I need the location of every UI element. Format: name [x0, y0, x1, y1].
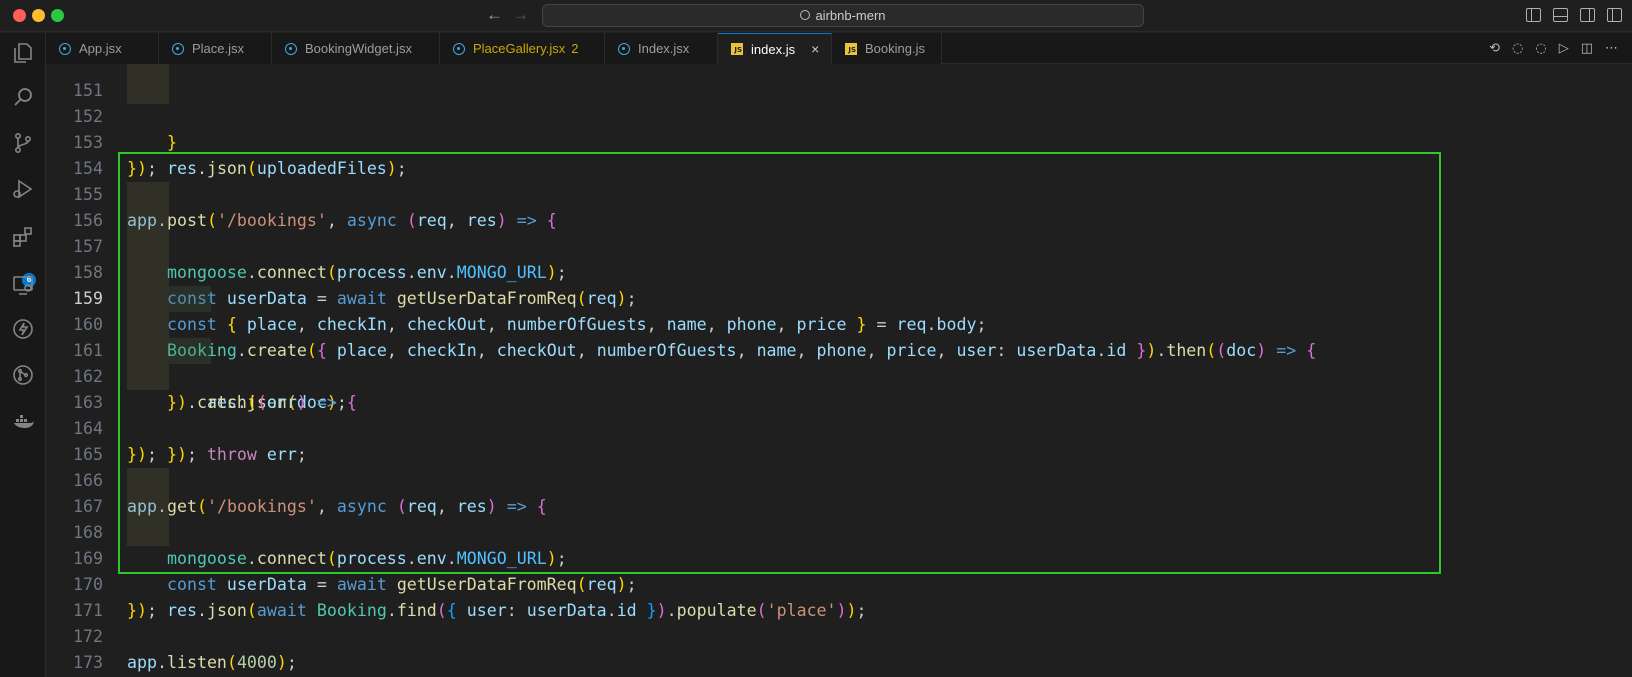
problems-count: 2	[571, 41, 579, 56]
title-bar: ← → airbnb-mern	[0, 0, 1632, 32]
react-file-icon	[618, 42, 630, 55]
toggle-secondary-sidebar-icon[interactable]	[1580, 8, 1595, 22]
back-arrow-icon[interactable]: ←	[486, 5, 503, 25]
code-line: 153 });	[46, 104, 1632, 178]
code-line: 167 mongoose.connect(process.env.MONGO_U…	[46, 468, 1632, 568]
react-file-icon	[453, 42, 465, 55]
search-icon[interactable]	[10, 85, 36, 111]
tab-bookingwidget-jsx[interactable]: BookingWidget.jsx	[272, 33, 440, 64]
source-control-icon[interactable]	[10, 131, 36, 157]
code-line: 162 throw err;	[46, 338, 1632, 464]
code-line: 173	[46, 624, 1632, 672]
remote-explorer-icon[interactable]	[10, 273, 36, 299]
docker-icon[interactable]	[10, 409, 36, 435]
tab-index-jsx[interactable]: Index.jsx	[605, 33, 718, 64]
code-line: 168 const userData = await getUserDataFr…	[46, 494, 1632, 594]
code-line-current: 159 Booking.create({ place, checkIn, che…	[46, 260, 1632, 360]
code-line: 172 app.listen(4000);	[46, 598, 1632, 672]
run-debug-icon[interactable]	[10, 177, 36, 203]
tab-label: index.js	[751, 41, 796, 57]
tab-label: Place.jsx	[192, 41, 245, 56]
lightning-icon[interactable]	[10, 317, 36, 343]
forward-arrow-icon[interactable]: →	[512, 5, 529, 25]
code-line: 170 });	[46, 546, 1632, 620]
code-line: 158 const { place, checkIn, checkOut, nu…	[46, 234, 1632, 334]
activity-bar: 6	[0, 33, 46, 677]
tab-place-jsx[interactable]: Place.jsx	[159, 33, 272, 64]
window-minimize-button[interactable]	[32, 9, 45, 22]
git-graph-icon[interactable]	[10, 363, 36, 389]
open-changes-icon[interactable]: ⟲	[1489, 41, 1500, 56]
tab-app-jsx[interactable]: App.jsx	[46, 33, 159, 64]
code-line: 165	[46, 416, 1632, 464]
code-line: 154	[46, 130, 1632, 178]
code-line: 151 }	[46, 64, 1632, 152]
code-line: 171	[46, 572, 1632, 620]
js-file-icon: JS	[845, 42, 857, 55]
react-file-icon	[172, 42, 184, 55]
code-line: 160 res.json(doc);	[46, 286, 1632, 412]
window-maximize-button[interactable]	[51, 9, 64, 22]
line-number: 173	[73, 653, 103, 672]
search-icon	[800, 9, 811, 20]
code-line: 152 res.json(uploadedFiles);	[46, 78, 1632, 178]
code-line: 166 app.get('/bookings', async (req, res…	[46, 442, 1632, 516]
close-tab-icon[interactable]: ×	[811, 41, 819, 57]
explorer-icon[interactable]	[10, 41, 36, 67]
more-actions-icon[interactable]: ⋯	[1605, 41, 1618, 56]
react-file-icon	[59, 42, 71, 55]
editor-tab-bar: App.jsx Place.jsx BookingWidget.jsx Plac…	[46, 33, 1632, 64]
code-line: 155 app.post('/bookings', async (req, re…	[46, 156, 1632, 230]
tab-label: App.jsx	[79, 41, 122, 56]
js-file-icon: JS	[731, 43, 743, 55]
next-change-icon[interactable]: ◌	[1535, 41, 1546, 56]
tab-booking-js[interactable]: JS Booking.js	[832, 33, 942, 64]
window-title: airbnb-mern	[815, 8, 886, 23]
react-file-icon	[285, 42, 297, 55]
code-line: 161 }).catch((err) => {	[46, 312, 1632, 412]
tab-label: PlaceGallery.jsx	[473, 41, 566, 56]
tab-index-js[interactable]: JS index.js ×	[718, 33, 832, 64]
editor-actions: ⟲ ◌ ◌ ▷ ◫ ⋯	[1489, 41, 1618, 56]
tab-placegallery-jsx[interactable]: PlaceGallery.jsx 2	[440, 33, 605, 64]
previous-change-icon[interactable]: ◌	[1512, 41, 1523, 56]
customize-layout-icon[interactable]	[1607, 8, 1622, 22]
code-line: 156 mongoose.connect(process.env.MONGO_U…	[46, 182, 1632, 282]
extensions-icon[interactable]	[10, 225, 36, 251]
code-line: 169 res.json(await Booking.find({ user: …	[46, 520, 1632, 620]
layout-controls	[1526, 8, 1622, 22]
code-line: 163 });	[46, 364, 1632, 464]
code-line: 164 });	[46, 390, 1632, 464]
window-close-button[interactable]	[13, 9, 26, 22]
run-icon[interactable]: ▷	[1559, 41, 1569, 56]
code-editor[interactable]: 151 } 152 res.json(uploadedFiles); 153 }…	[46, 64, 1632, 677]
toggle-primary-sidebar-icon[interactable]	[1526, 8, 1541, 22]
code-text: app.listen(4000);	[127, 653, 297, 672]
toggle-panel-icon[interactable]	[1553, 8, 1568, 22]
command-center-search[interactable]: airbnb-mern	[542, 4, 1144, 27]
tab-label: Booking.js	[865, 41, 925, 56]
tab-label: Index.jsx	[638, 41, 690, 56]
tab-label: BookingWidget.jsx	[305, 41, 412, 56]
code-line: 157 const userData = await getUserDataFr…	[46, 208, 1632, 308]
split-editor-icon[interactable]: ◫	[1581, 41, 1593, 56]
